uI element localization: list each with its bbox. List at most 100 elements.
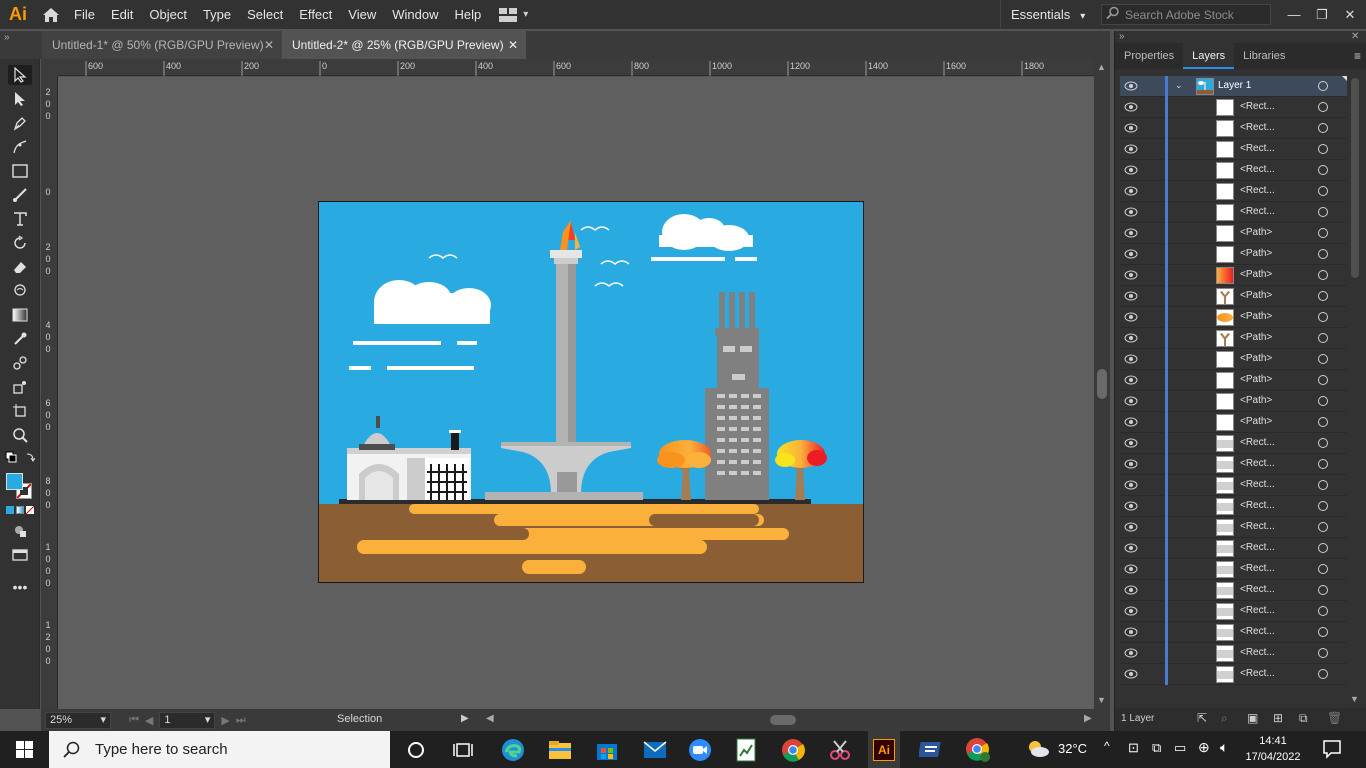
visibility-eye-icon[interactable] xyxy=(1124,186,1138,196)
target-circle-icon[interactable] xyxy=(1318,228,1328,238)
eraser-tool-icon[interactable] xyxy=(8,257,32,277)
scroll-left-icon[interactable]: ◀ xyxy=(486,713,494,724)
microsoft-store-icon[interactable] xyxy=(592,735,622,765)
target-circle-icon[interactable] xyxy=(1318,669,1328,679)
canvas-area[interactable] xyxy=(58,77,1094,709)
target-circle-icon[interactable] xyxy=(1318,165,1328,175)
notification-badge-icon[interactable]: ⧉ xyxy=(1152,740,1161,756)
target-circle-icon[interactable] xyxy=(1318,459,1328,469)
weather-icon[interactable] xyxy=(1026,739,1050,762)
close-tab-icon[interactable]: ✕ xyxy=(508,31,518,59)
target-circle-icon[interactable] xyxy=(1318,543,1328,553)
menu-help[interactable]: Help xyxy=(446,0,489,29)
visibility-eye-icon[interactable] xyxy=(1124,648,1138,658)
sublayer-row[interactable]: <Path> xyxy=(1120,370,1347,391)
snipping-tool-icon[interactable] xyxy=(825,735,855,765)
next-artboard-icon[interactable]: ▶ xyxy=(221,714,229,727)
draw-mode-icon[interactable] xyxy=(8,521,32,541)
visibility-eye-icon[interactable] xyxy=(1124,564,1138,574)
target-circle-icon[interactable] xyxy=(1318,501,1328,511)
scroll-thumb[interactable] xyxy=(770,715,796,725)
visibility-eye-icon[interactable] xyxy=(1124,102,1138,112)
app-window-icon[interactable] xyxy=(916,735,946,765)
taskbar-clock[interactable]: 14:41 17/04/2022 xyxy=(1244,733,1302,765)
target-circle-icon[interactable] xyxy=(1318,123,1328,133)
panel-menu-icon[interactable]: ≡ xyxy=(1354,49,1361,63)
visibility-eye-icon[interactable] xyxy=(1124,270,1138,280)
menu-window[interactable]: Window xyxy=(384,0,446,29)
visibility-eye-icon[interactable] xyxy=(1124,165,1138,175)
last-artboard-icon[interactable]: ⏭ xyxy=(236,714,246,727)
horizontal-ruler[interactable]: 600 400 200 0 200 400 600 800 1000 1200 … xyxy=(58,59,1094,76)
paintbrush-tool-icon[interactable] xyxy=(8,185,32,205)
sublayer-name[interactable]: <Rect... xyxy=(1240,101,1275,112)
tab-untitled-2[interactable]: Untitled-2* @ 25% (RGB/GPU Preview) ✕ xyxy=(282,31,526,59)
screen-mode-icon[interactable] xyxy=(8,545,32,565)
windows-start-icon[interactable] xyxy=(0,731,48,768)
visibility-eye-icon[interactable] xyxy=(1124,543,1138,553)
more-tools-icon[interactable]: ••• xyxy=(8,577,32,597)
visibility-eye-icon[interactable] xyxy=(1124,312,1138,322)
stock-search-input[interactable]: Search Adobe Stock xyxy=(1101,4,1271,25)
sublayer-name[interactable]: <Path> xyxy=(1240,374,1272,385)
sublayer-name[interactable]: <Rect... xyxy=(1240,479,1275,490)
scroll-thumb[interactable] xyxy=(1097,369,1107,399)
fill-stroke-swatches[interactable] xyxy=(6,473,34,501)
sublayer-row[interactable]: <Rect... xyxy=(1120,160,1347,181)
target-circle-icon[interactable] xyxy=(1318,648,1328,658)
new-layer-icon[interactable]: ⧉ xyxy=(1299,711,1308,726)
curvature-tool-icon[interactable] xyxy=(8,137,32,157)
sublayer-name[interactable]: <Rect... xyxy=(1240,206,1275,217)
chrome-profile-icon[interactable] xyxy=(963,735,993,765)
sublayer-name[interactable]: <Path> xyxy=(1240,227,1272,238)
tab-untitled-1[interactable]: Untitled-1* @ 50% (RGB/GPU Preview) ✕ xyxy=(42,31,282,59)
sublayer-name[interactable]: <Rect... xyxy=(1240,143,1275,154)
export-icon[interactable]: ⇱ xyxy=(1197,711,1207,725)
sublayer-row[interactable]: <Rect... xyxy=(1120,622,1347,643)
menu-select[interactable]: Select xyxy=(239,0,291,29)
artboard-number-select[interactable]: 1 ▾ xyxy=(159,711,216,729)
scroll-thumb[interactable] xyxy=(1351,78,1359,278)
layers-scrollbar[interactable]: ▼ xyxy=(1348,76,1362,706)
sublayer-name[interactable]: <Rect... xyxy=(1240,437,1275,448)
sublayer-row[interactable]: <Path> xyxy=(1120,412,1347,433)
sublayer-name[interactable]: <Rect... xyxy=(1240,626,1275,637)
rectangle-tool-icon[interactable] xyxy=(8,161,32,181)
ruler-corner[interactable] xyxy=(41,59,58,76)
sublayer-row[interactable]: <Path> xyxy=(1120,349,1347,370)
zoom-level-select[interactable]: 25% ▾ xyxy=(45,711,111,729)
previous-artboard-icon[interactable]: ◀ xyxy=(145,714,153,727)
rotate-tool-icon[interactable] xyxy=(8,233,32,253)
action-center-icon[interactable] xyxy=(1322,739,1342,762)
sublayer-name[interactable]: <Path> xyxy=(1240,416,1272,427)
target-circle-icon[interactable] xyxy=(1318,207,1328,217)
tab-properties[interactable]: Properties xyxy=(1115,43,1183,69)
vertical-ruler[interactable]: 200 0 200 400 600 800 1000 1200 xyxy=(41,76,58,709)
target-circle-icon[interactable] xyxy=(1318,438,1328,448)
layer-row[interactable]: ⌄ Layer 1 xyxy=(1120,76,1347,97)
canvas-horizontal-scrollbar[interactable]: ◀ ▶ xyxy=(486,712,1096,728)
sublayer-row[interactable]: <Rect... xyxy=(1120,496,1347,517)
blend-tool-icon[interactable] xyxy=(8,353,32,373)
locate-object-icon[interactable]: ⌕ xyxy=(1221,711,1228,726)
cortana-icon[interactable] xyxy=(401,735,431,765)
network-globe-icon[interactable]: ⊕ xyxy=(1198,739,1210,756)
sublayer-name[interactable]: <Rect... xyxy=(1240,185,1275,196)
edge-browser-icon[interactable] xyxy=(498,735,528,765)
fill-swatch[interactable] xyxy=(6,473,23,490)
collapse-panels-icon[interactable]: » xyxy=(4,31,10,45)
target-circle-icon[interactable] xyxy=(1318,186,1328,196)
sublayer-name[interactable]: <Path> xyxy=(1240,311,1272,322)
target-circle-icon[interactable] xyxy=(1318,291,1328,301)
default-colors-icon[interactable] xyxy=(5,451,36,465)
sublayer-row[interactable]: <Rect... xyxy=(1120,118,1347,139)
create-sublayer-icon[interactable]: ⊞ xyxy=(1273,711,1283,725)
sublayer-name[interactable]: <Rect... xyxy=(1240,521,1275,532)
mail-icon[interactable] xyxy=(640,735,670,765)
menu-type[interactable]: Type xyxy=(195,0,239,29)
visibility-eye-icon[interactable] xyxy=(1124,417,1138,427)
target-circle-icon[interactable] xyxy=(1318,102,1328,112)
home-icon[interactable] xyxy=(36,0,66,29)
visibility-eye-icon[interactable] xyxy=(1124,291,1138,301)
tab-layers[interactable]: Layers xyxy=(1183,43,1235,69)
